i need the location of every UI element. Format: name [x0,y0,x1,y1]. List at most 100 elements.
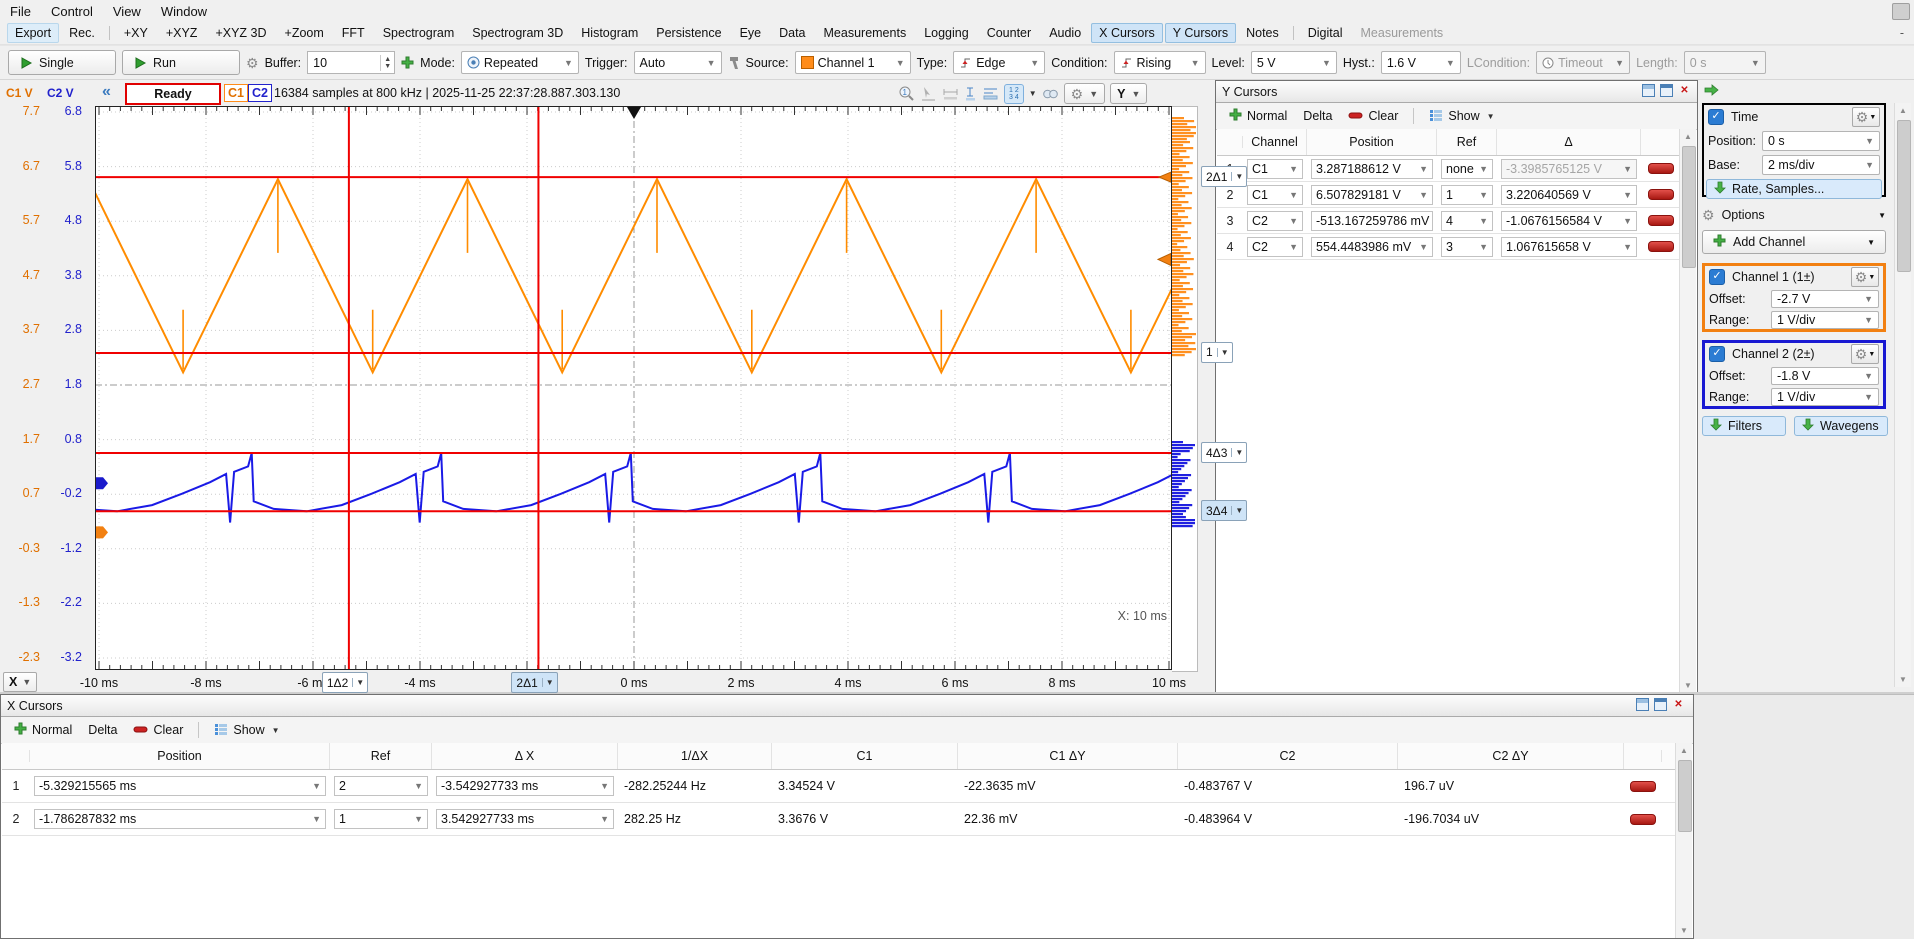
remove-cursor-button[interactable] [1648,215,1674,226]
time-position-select[interactable]: 0 s▼ [1762,131,1880,151]
x-cursor2-chip[interactable]: 2Δ1▼ [511,672,557,693]
add-delta-cursor-button[interactable]: Delta [83,721,122,739]
tab--xyz-3d[interactable]: +XYZ 3D [207,23,274,43]
show-menu-button[interactable]: Show▼ [1424,107,1499,126]
tab-measurements[interactable]: Measurements [816,23,915,43]
remove-cursor-button[interactable] [1648,241,1674,252]
plot-settings-button[interactable]: ⚙▼ [1064,83,1105,104]
show-menu-button[interactable]: Show▼ [209,721,284,740]
tab-eye[interactable]: Eye [732,23,770,43]
trigger-source-icon[interactable] [728,56,740,70]
cursor-delta-field[interactable]: 3.220640569 V▼ [1501,185,1637,205]
tab-y-cursors[interactable]: Y Cursors [1165,23,1236,43]
buffer-gear-icon[interactable]: ⚙ [246,57,259,69]
add-normal-cursor-button[interactable]: Normal [1224,106,1292,126]
cursor-position-field[interactable]: -1.786287832 ms▼ [34,809,326,829]
menu-file[interactable]: File [0,2,41,21]
filters-button[interactable]: Filters [1702,416,1786,436]
menu-window[interactable]: Window [151,2,217,21]
y-cursor3-chip[interactable]: 3Δ4▼ [1201,500,1247,521]
mode-select[interactable]: Repeated▼ [461,51,579,74]
menu-control[interactable]: Control [41,2,103,21]
close-window-icon[interactable]: ✕ [1678,84,1691,97]
condition-select[interactable]: Rising▼ [1114,51,1206,74]
cursor-position-field[interactable]: 3.287188612 V▼ [1311,159,1433,179]
vertical-ruler-icon[interactable] [964,84,977,103]
collapse-left-icon[interactable]: « [102,83,111,101]
hysteresis-select[interactable]: 1.6 V▼ [1381,51,1461,74]
settings-scrollbar[interactable]: ▲ ▼ [1894,103,1911,687]
cursor-channel-select[interactable]: C2▼ [1247,211,1303,231]
tab-x-cursors[interactable]: X Cursors [1091,23,1163,43]
cursor-position-field[interactable]: -513.167259786 mV▼ [1311,211,1433,231]
channel2-gear-button[interactable]: ⚙▼ [1851,344,1879,364]
x-cursors-title-bar[interactable]: X Cursors ✕ [1,695,1693,717]
channel2-range-select[interactable]: 1 V/div▼ [1771,388,1879,406]
y-cursors-title-bar[interactable]: Y Cursors ✕ [1216,81,1697,103]
cursor-ref-select[interactable]: 4▼ [1441,211,1493,231]
tab--zoom[interactable]: +Zoom [277,23,332,43]
add-normal-cursor-button[interactable]: Normal [9,720,77,740]
clear-cursors-button[interactable]: Clear [1343,107,1403,125]
tab-histogram[interactable]: Histogram [573,23,646,43]
buffer-spinner[interactable]: 10 ▲▼ [307,51,395,74]
channel2-checkbox[interactable]: ✓ [1709,346,1725,362]
y-axis-button[interactable]: Y▼ [1110,83,1147,104]
time-gear-button[interactable]: ⚙▼ [1852,107,1880,127]
menu-view[interactable]: View [103,2,151,21]
channel2-offset-select[interactable]: -1.8 V▼ [1771,367,1879,385]
chevron-down-icon[interactable]: ▼ [1029,89,1037,98]
cursor-delta-field[interactable]: 1.067615658 V▼ [1501,237,1637,257]
remove-cursor-button[interactable] [1648,163,1674,174]
add-delta-cursor-button[interactable]: Delta [1298,107,1337,125]
cursor-deltax-field[interactable]: -3.542927733 ms▼ [436,776,614,796]
zoom-reset-icon[interactable]: 1 [898,84,916,103]
remove-cursor-button[interactable] [1648,189,1674,200]
channel1-offset-select[interactable]: -2.7 V▼ [1771,290,1879,308]
remove-cursor-button[interactable] [1630,814,1656,825]
cursor-ref-select[interactable]: 1▼ [1441,185,1493,205]
channel2-badge[interactable]: C2 [248,84,272,102]
cursor-delta-field[interactable]: -1.0676156584 V▼ [1501,211,1637,231]
add-channel-button[interactable]: Add Channel ▼ [1702,230,1886,254]
cursor-channel-select[interactable]: C1▼ [1247,185,1303,205]
time-base-select[interactable]: 2 ms/div▼ [1762,155,1880,175]
wavegens-button[interactable]: Wavegens [1794,416,1888,436]
time-checkbox[interactable]: ✓ [1708,109,1724,125]
cursor-ref-select[interactable]: 2▼ [334,776,428,796]
tab-notes[interactable]: Notes [1238,23,1287,43]
channel1-badge[interactable]: C1 [224,84,248,102]
tab-persistence[interactable]: Persistence [648,23,729,43]
y-cursor1-chip[interactable]: 1▼ [1201,342,1233,363]
y-cursor4-chip[interactable]: 4Δ3▼ [1201,442,1247,463]
type-select[interactable]: Edge▼ [953,51,1045,74]
tab-audio[interactable]: Audio [1041,23,1089,43]
channel1-checkbox[interactable]: ✓ [1709,269,1725,285]
cursor-position-field[interactable]: -5.329215565 ms▼ [34,776,326,796]
tab-fft[interactable]: FFT [334,23,373,43]
cursor-ref-select[interactable]: 3▼ [1441,237,1493,257]
x-cursor1-chip[interactable]: 1Δ2▼ [322,672,368,693]
x-axis-button[interactable]: X▼ [3,672,37,692]
maximize-window-icon[interactable] [1654,698,1667,711]
cursor-position-field[interactable]: 6.507829181 V▼ [1311,185,1433,205]
cursor-deltax-field[interactable]: 3.542927733 ms▼ [436,809,614,829]
y-cursors-scrollbar[interactable]: ▲ ▼ [1679,129,1696,693]
quad-view-button[interactable]: 1 23 4 [1004,84,1024,104]
tab-overflow[interactable]: - [1900,26,1904,40]
tab--xy[interactable]: +XY [116,23,156,43]
trigger-select[interactable]: Auto▼ [634,51,722,74]
tab-spectrogram[interactable]: Spectrogram [375,23,463,43]
tab-digital[interactable]: Digital [1300,23,1351,43]
cursor-channel-select[interactable]: C2▼ [1247,237,1303,257]
rate-samples-button[interactable]: Rate, Samples... [1706,179,1882,199]
remove-cursor-button[interactable] [1630,781,1656,792]
run-button[interactable]: Run [122,50,240,75]
cursor-lines-icon[interactable] [982,84,999,103]
channel1-gear-button[interactable]: ⚙▼ [1851,267,1879,287]
spinner-arrows-icon[interactable]: ▲▼ [380,55,394,71]
x-cursors-scrollbar[interactable]: ▲ ▼ [1675,743,1692,938]
tab-logging[interactable]: Logging [916,23,977,43]
source-select[interactable]: Channel 1▼ [795,51,911,74]
options-row[interactable]: ⚙ Options ▼ [1702,205,1886,225]
